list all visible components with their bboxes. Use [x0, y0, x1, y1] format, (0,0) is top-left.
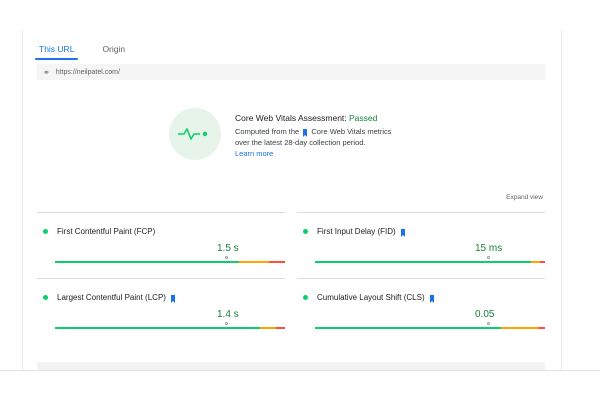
metric-name-text: Largest Contentful Paint (LCP) [57, 293, 166, 302]
url-text: https://neilpatel.com/ [55, 68, 120, 76]
good-dot-icon [303, 229, 308, 234]
metric-name-text: First Input Delay (FID) [317, 227, 396, 236]
percentile-marker [487, 322, 490, 325]
assessment-title-prefix: Core Web Vitals Assessment: [235, 113, 350, 123]
distribution-bar [55, 327, 285, 329]
metric-name: Largest Contentful Paint (LCP) [43, 293, 177, 303]
percentile-marker [487, 256, 490, 259]
assessment-summary: Core Web Vitals Assessment: Passed Compu… [169, 108, 469, 168]
bookmark-icon [400, 228, 405, 237]
metric-value: 1.4 s [217, 309, 239, 320]
assessment-line-2: over the latest 28-day collection period… [235, 138, 366, 147]
good-segment [315, 327, 502, 329]
distribution-bar [315, 327, 545, 329]
metric-name-text: First Contentful Paint (FCP) [57, 227, 156, 236]
assessment-line1-before: Computed from the [235, 127, 300, 136]
bookmark-icon [429, 294, 434, 303]
scope-tabs: This URL Origin [34, 44, 125, 60]
link-icon: ⚭ [43, 67, 50, 77]
tab-origin[interactable]: Origin [102, 44, 125, 60]
percentile-marker [225, 322, 228, 325]
needs-improvement-segment [501, 327, 539, 329]
good-segment [55, 261, 239, 263]
good-dot-icon [303, 295, 308, 300]
poor-segment [538, 327, 545, 329]
good-dot-icon [43, 229, 48, 234]
assessment-line1-after: Core Web Vitals metrics [311, 127, 392, 136]
metric-cls: Cumulative Layout Shift (CLS) 0.05 [297, 278, 545, 339]
tab-this-url[interactable]: This URL [34, 44, 79, 60]
good-segment [315, 261, 532, 263]
expand-view-link[interactable]: Expand view [506, 194, 543, 201]
metric-fcp: First Contentful Paint (FCP) 1.5 s [37, 212, 285, 273]
assessment-line-1: Computed from the Core Web Vitals metric… [235, 126, 392, 137]
good-segment [55, 327, 260, 329]
good-dot-icon [43, 295, 48, 300]
needs-improvement-segment [531, 261, 541, 263]
bookmark-icon [303, 129, 308, 137]
metric-value: 0.05 [475, 309, 495, 320]
percentile-marker [225, 256, 228, 259]
distribution-bar [55, 261, 285, 263]
metric-name: First Contentful Paint (FCP) [43, 227, 155, 236]
pulse-icon [169, 108, 221, 160]
metric-name-text: Cumulative Layout Shift (CLS) [317, 293, 425, 302]
needs-improvement-segment [259, 327, 276, 329]
metric-value: 15 ms [475, 243, 503, 254]
needs-improvement-segment [239, 261, 269, 263]
poor-segment [275, 327, 285, 329]
metric-fid: First Input Delay (FID) 15 ms [297, 212, 545, 273]
metric-name: First Input Delay (FID) [303, 227, 407, 237]
assessment-title: Core Web Vitals Assessment: Passed [235, 113, 392, 124]
poor-segment [268, 261, 285, 263]
metric-value: 1.5 s [217, 243, 239, 254]
learn-more-link[interactable]: Learn more [235, 148, 392, 159]
distribution-bar [315, 261, 545, 263]
assessment-text: Core Web Vitals Assessment: Passed Compu… [235, 113, 392, 159]
url-bar: ⚭ https://neilpatel.com/ [37, 64, 545, 80]
cwv-report-card: This URL Origin ⚭ https://neilpatel.com/… [22, 30, 562, 370]
divider [0, 370, 600, 371]
assessment-status: Passed [349, 113, 378, 123]
bookmark-icon [170, 294, 175, 303]
truncated-footer-row [37, 362, 545, 370]
metric-lcp: Largest Contentful Paint (LCP) 1.4 s [37, 278, 285, 339]
poor-segment [540, 261, 545, 263]
metric-name: Cumulative Layout Shift (CLS) [303, 293, 436, 303]
